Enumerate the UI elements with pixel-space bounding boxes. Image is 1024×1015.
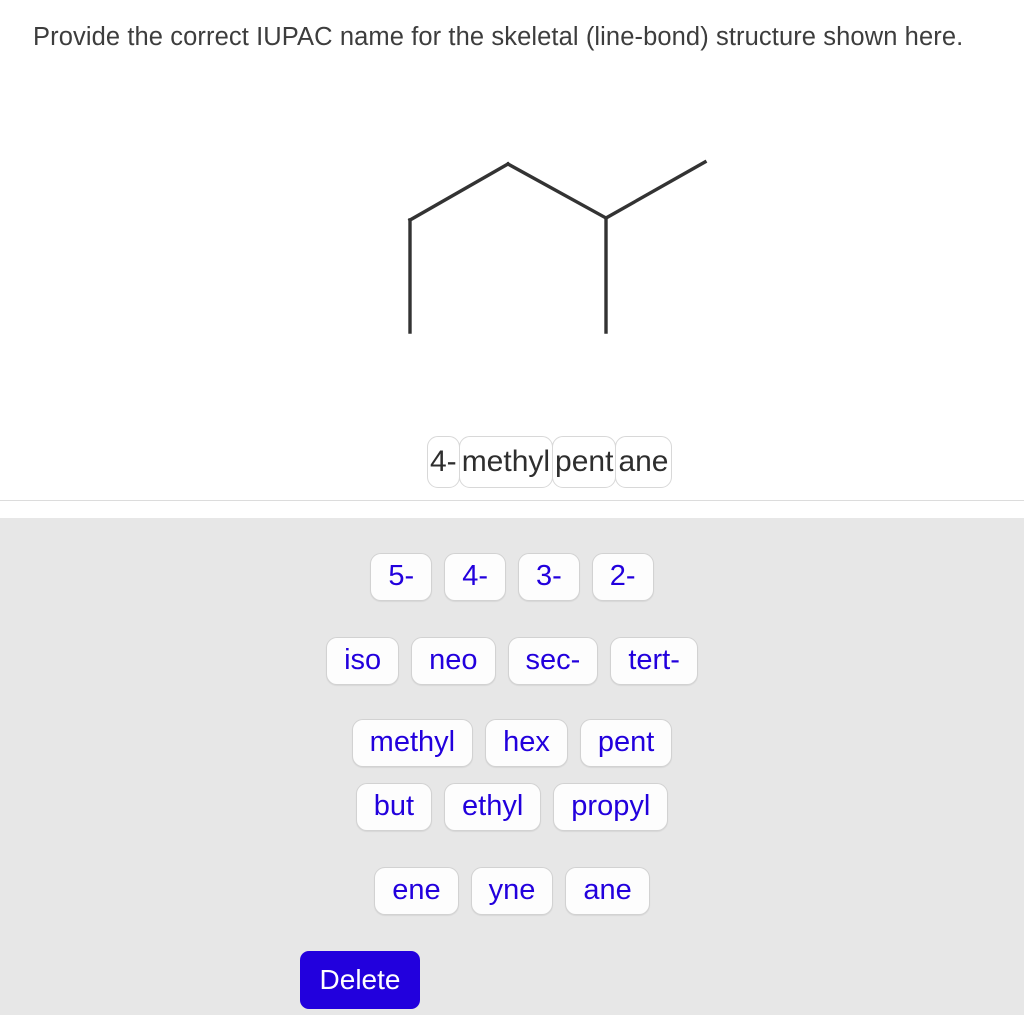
key-button-pent[interactable]: pent <box>579 719 673 767</box>
answer-input-line[interactable]: 4- methyl pent ane <box>0 436 1024 933</box>
bond-c4-methyl <box>603 159 708 221</box>
key-button-5-[interactable]: 5- <box>370 553 433 601</box>
key-button-sec-[interactable]: sec- <box>507 637 599 685</box>
bond-lines <box>407 159 708 334</box>
key-button-ane[interactable]: ane <box>565 867 650 915</box>
key-button-ethyl[interactable]: ethyl <box>444 783 542 831</box>
skeletal-structure-svg <box>407 159 708 334</box>
key-button-methyl[interactable]: methyl <box>351 719 474 767</box>
key-button-ene[interactable]: ene <box>374 867 459 915</box>
key-button-but[interactable]: but <box>355 783 433 831</box>
divider-gap <box>0 501 1024 518</box>
keypad-row-locants: 5- 4- 3- 2- <box>0 553 1024 601</box>
question-area: Provide the correct IUPAC name for the s… <box>0 0 1024 933</box>
key-button-3-[interactable]: 3- <box>518 553 580 601</box>
answer-tile[interactable]: 4- <box>427 436 460 488</box>
key-button-2-[interactable]: 2- <box>591 553 654 601</box>
key-button-propyl[interactable]: propyl <box>553 783 669 831</box>
page-title: Provide the correct IUPAC name for the s… <box>33 23 964 51</box>
answer-tile[interactable]: ane <box>615 436 672 488</box>
bond-c2-c3 <box>407 161 511 223</box>
key-button-4-[interactable]: 4- <box>444 553 506 601</box>
answer-keypad-panel: 5- 4- 3- 2- iso neo sec- tert- methyl he… <box>0 518 1024 1015</box>
keypad-row-substituents-b: but ethyl propyl <box>0 783 1024 831</box>
key-button-yne[interactable]: yne <box>470 867 554 915</box>
delete-button[interactable]: Delete <box>300 951 420 1009</box>
key-button-hex[interactable]: hex <box>485 719 568 767</box>
skeletal-structure-figure <box>0 120 1024 400</box>
keypad-row-suffixes: ene yne ane <box>0 867 1024 915</box>
keypad-row-prefixes: iso neo sec- tert- <box>0 637 1024 685</box>
key-button-neo[interactable]: neo <box>411 637 496 685</box>
bond-c3-c4 <box>505 161 609 221</box>
answer-tile[interactable]: pent <box>552 436 617 488</box>
key-button-tert-[interactable]: tert- <box>610 637 698 685</box>
answer-tile-list: 4- methyl pent ane <box>427 436 672 498</box>
answer-tile[interactable]: methyl <box>458 436 554 488</box>
key-button-iso[interactable]: iso <box>326 637 400 685</box>
keypad-row-substituents-a: methyl hex pent <box>0 719 1024 767</box>
